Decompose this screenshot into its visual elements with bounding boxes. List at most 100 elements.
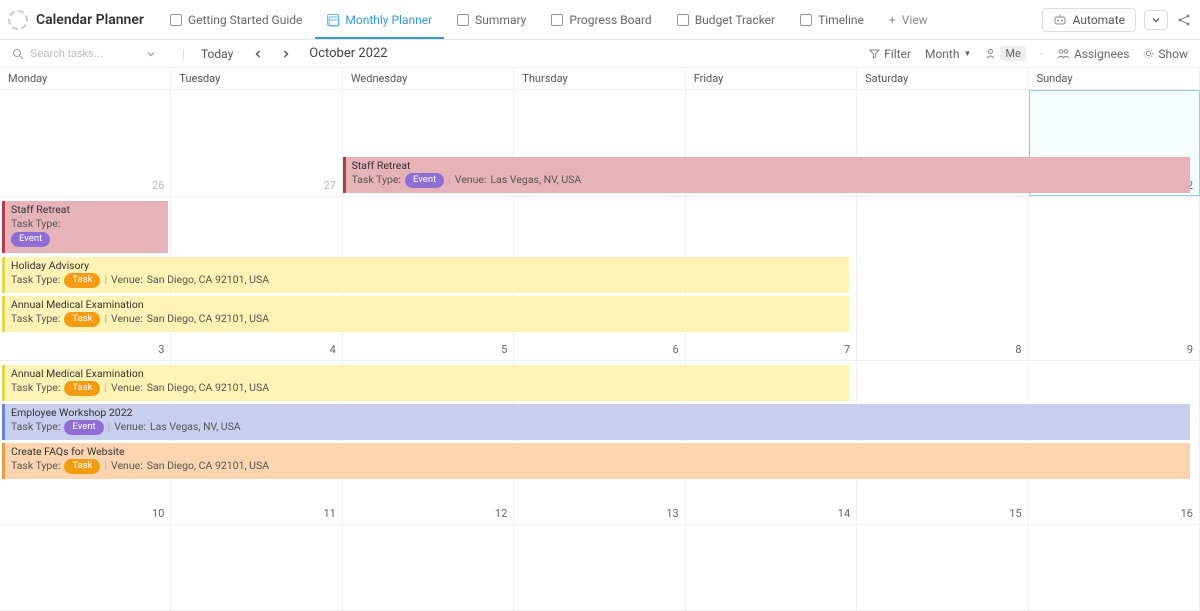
date-number: 14 [838, 507, 850, 520]
day-cell[interactable]: 8 [857, 197, 1028, 360]
event-title: Annual Medical Examination [11, 298, 843, 312]
event-title: Employee Workshop 2022 [11, 406, 1184, 420]
day-cell[interactable] [514, 525, 685, 610]
add-view-button[interactable]: + View [877, 0, 940, 39]
day-cell[interactable] [0, 525, 171, 610]
show-button[interactable]: Show [1143, 47, 1188, 61]
add-view-label: View [902, 13, 928, 27]
task-type-label: Task Type: [11, 312, 60, 326]
tab-summary[interactable]: Summary [445, 0, 539, 39]
task-type-tag: Task [64, 459, 100, 474]
day-cell[interactable] [857, 525, 1028, 610]
calendar-event[interactable]: Annual Medical ExaminationTask Type: Tas… [2, 296, 849, 332]
app-icon [8, 10, 28, 30]
day-cell[interactable] [686, 525, 857, 610]
date-number: 7 [844, 343, 850, 356]
tab-label: Getting Started Guide [188, 13, 302, 27]
today-button[interactable]: Today [195, 45, 239, 63]
automate-dropdown[interactable] [1144, 10, 1168, 30]
automate-button[interactable]: Automate [1042, 8, 1136, 32]
tab-getting-started[interactable]: Getting Started Guide [158, 0, 315, 39]
gear-icon [1143, 48, 1154, 59]
tab-progress-board[interactable]: Progress Board [539, 0, 664, 39]
venue-value: San Diego, CA 92101, USA [147, 312, 269, 326]
calendar-event[interactable]: Annual Medical ExaminationTask Type: Tas… [2, 365, 849, 401]
plus-icon: + [889, 13, 896, 27]
calendar-event[interactable]: Employee Workshop 2022Task Type: Event |… [2, 404, 1190, 440]
day-cell[interactable] [171, 525, 342, 610]
week-row [0, 525, 1200, 611]
venue-value: San Diego, CA 92101, USA [147, 273, 269, 287]
date-number: 6 [673, 343, 679, 356]
day-header: Sunday [1029, 68, 1200, 89]
tab-monthly-planner[interactable]: Monthly Planner [315, 0, 445, 39]
assignees-button[interactable]: Assignees [1057, 47, 1129, 61]
search-icon [12, 48, 24, 60]
week-row: 3456789Staff RetreatTask Type: Event |Ve… [0, 197, 1200, 361]
task-type-label: Task Type: [11, 217, 60, 231]
day-header: Friday [686, 68, 857, 89]
calendar-event[interactable]: Staff RetreatTask Type: Event |Venue: La… [2, 201, 168, 253]
task-type-label: Task Type: [11, 459, 60, 473]
person-icon [985, 48, 996, 59]
people-icon [1057, 48, 1070, 59]
day-header: Wednesday [343, 68, 514, 89]
share-icon[interactable] [1176, 12, 1192, 28]
tab-budget-tracker[interactable]: Budget Tracker [665, 0, 788, 39]
toolbar-right: Filter Month ▼ Me · Assignees Show [869, 46, 1188, 61]
venue-label: Venue: [455, 173, 487, 187]
tab-timeline[interactable]: Timeline [788, 0, 877, 39]
calendar-event[interactable]: Staff RetreatTask Type: Event | Venue: L… [343, 157, 1190, 193]
day-cell[interactable] [1029, 525, 1200, 610]
date-number: 16 [1181, 507, 1193, 520]
day-cell[interactable]: 9 [1029, 197, 1200, 360]
week-row: 10111213141516Annual Medical Examination… [0, 361, 1200, 525]
venue-label: Venue: [111, 312, 143, 326]
search-input[interactable] [30, 48, 140, 60]
venue-label: Venue: [114, 420, 146, 434]
date-number: 8 [1015, 343, 1021, 356]
venue-label: Venue: [111, 381, 143, 395]
day-cell[interactable]: 26 [0, 90, 171, 196]
prev-button[interactable] [249, 47, 267, 61]
event-title: Holiday Advisory [11, 259, 843, 273]
task-type-tag: Event [64, 420, 103, 435]
venue-value: Las Vegas, NV, USA [150, 420, 241, 434]
tabs: Getting Started Guide Monthly Planner Su… [158, 0, 1042, 39]
task-type-tag: Event [405, 173, 444, 188]
calendar-icon [327, 14, 339, 26]
filter-button[interactable]: Filter [869, 47, 911, 61]
view-mode-label: Month [925, 47, 959, 61]
date-number: 10 [152, 507, 164, 520]
view-mode-button[interactable]: Month ▼ [925, 47, 971, 61]
day-cell[interactable]: 27 [171, 90, 342, 196]
list-icon [457, 14, 469, 26]
tab-label: Summary [475, 13, 526, 27]
timeline-icon [800, 14, 812, 26]
venue-label: Venue: [111, 459, 143, 473]
event-title: Staff Retreat [352, 159, 1184, 173]
robot-icon [1053, 13, 1067, 27]
search-box[interactable] [12, 48, 172, 60]
day-header: Monday [0, 68, 171, 89]
caret-down-icon: ▼ [963, 49, 971, 58]
venue-label: Venue: [111, 273, 143, 287]
chevron-down-icon[interactable] [146, 49, 156, 59]
calendar-event[interactable]: Holiday AdvisoryTask Type: Task | Venue:… [2, 257, 849, 293]
day-cell[interactable] [343, 525, 514, 610]
task-type-label: Task Type: [11, 273, 60, 287]
task-type-label: Task Type: [352, 173, 401, 187]
calendar: Monday Tuesday Wednesday Thursday Friday… [0, 68, 1200, 611]
tab-label: Timeline [818, 13, 864, 27]
date-number: 26 [152, 179, 164, 192]
date-number: 3 [158, 343, 164, 356]
task-type-tag: Event [11, 232, 50, 247]
chevron-left-icon [253, 49, 263, 59]
next-button[interactable] [277, 47, 295, 61]
calendar-event[interactable]: Create FAQs for WebsiteTask Type: Task |… [2, 443, 1190, 479]
automate-label: Automate [1073, 13, 1125, 27]
assignees-label: Assignees [1074, 47, 1129, 61]
me-label: Me [1000, 46, 1025, 61]
me-filter[interactable]: Me [985, 46, 1025, 61]
date-number: 13 [666, 507, 678, 520]
